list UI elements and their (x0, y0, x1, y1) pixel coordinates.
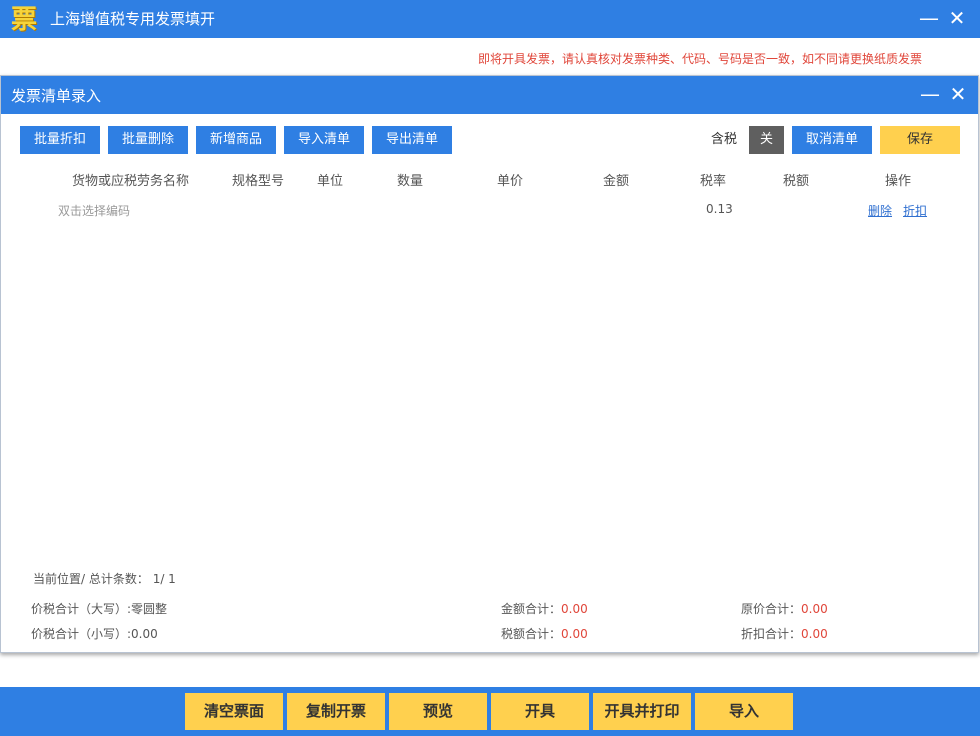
col-header-name: 货物或应税劳务名称 (72, 174, 190, 189)
issue-button[interactable]: 开具 (491, 693, 589, 730)
tax-inclusive-toggle[interactable]: 关 (749, 126, 784, 154)
discount-total-label: 折扣合计： (741, 627, 802, 641)
batch-delete-button[interactable]: 批量删除 (108, 126, 188, 154)
add-item-button[interactable]: 新增商品 (196, 126, 276, 154)
warning-notice: 即将开具发票，请认真核对发票种类、代码、号码是否一致，如不同请更换纸质发票 (477, 52, 922, 66)
total-lower: 价税合计（小写）:0.00 (31, 625, 158, 642)
dialog-header: 发票清单录入 — ✕ (1, 76, 978, 114)
dialog-title: 发票清单录入 (11, 87, 102, 105)
amount-total-label: 金额合计： (501, 602, 562, 616)
total-upper-label: 价税合计（大写）: (31, 602, 132, 616)
col-header-ops: 操作 (885, 174, 912, 189)
issue-print-button[interactable]: 开具并打印 (593, 693, 691, 730)
discount-total: 折扣合计：0.00 (741, 625, 828, 642)
original-total-label: 原价合计： (741, 602, 802, 616)
cancel-list-button[interactable]: 取消清单 (792, 126, 872, 154)
position-value: 1/ 1 (152, 572, 176, 586)
invoice-logo-icon: 票 (10, 5, 37, 35)
col-header-qty: 数量 (397, 174, 424, 189)
col-header-spec: 规格型号 (232, 174, 285, 189)
tax-rate-cell[interactable]: 0.13 (706, 202, 733, 216)
tax-total-value: 0.00 (561, 627, 588, 641)
batch-discount-button[interactable]: 批量折扣 (20, 126, 100, 154)
bottom-action-bar: 清空票面 复制开票 预览 开具 开具并打印 导入 (0, 687, 980, 736)
import-list-button[interactable]: 导入清单 (284, 126, 364, 154)
dialog-close-icon[interactable]: ✕ (945, 80, 971, 108)
total-upper-value: 零圆整 (131, 602, 168, 616)
row-discount-link[interactable]: 折扣 (903, 202, 927, 219)
minimize-icon[interactable]: — (916, 4, 942, 32)
original-total: 原价合计：0.00 (741, 600, 828, 617)
original-total-value: 0.00 (801, 602, 828, 616)
record-position: 当前位置/ 总计条数： 1/ 1 (33, 570, 176, 587)
discount-total-value: 0.00 (801, 627, 828, 641)
position-label: 当前位置/ 总计条数： (33, 572, 149, 586)
col-header-unit: 单位 (317, 174, 344, 189)
total-lower-label: 价税合计（小写）: (31, 627, 132, 641)
tax-total: 税额合计：0.00 (501, 625, 588, 642)
invoice-list-dialog: 发票清单录入 — ✕ 批量折扣 批量删除 新增商品 导入清单 导出清单 含税 关… (0, 75, 979, 653)
dialog-minimize-icon[interactable]: — (917, 80, 943, 108)
copy-invoice-button[interactable]: 复制开票 (287, 693, 385, 730)
col-header-price: 单价 (497, 174, 524, 189)
item-name-input[interactable]: 双击选择编码 (58, 202, 130, 219)
preview-button[interactable]: 预览 (389, 693, 487, 730)
app-titlebar: 票 上海增值税专用发票填开 — ✕ (0, 0, 980, 38)
tax-inclusive-label: 含税 (711, 132, 738, 147)
tax-total-label: 税额合计： (501, 627, 562, 641)
amount-total: 金额合计：0.00 (501, 600, 588, 617)
total-lower-value: 0.00 (131, 627, 158, 641)
row-delete-link[interactable]: 删除 (868, 202, 892, 219)
import-button[interactable]: 导入 (695, 693, 793, 730)
col-header-amount: 金额 (603, 174, 630, 189)
amount-total-value: 0.00 (561, 602, 588, 616)
total-upper: 价税合计（大写）:零圆整 (31, 600, 167, 617)
close-icon[interactable]: ✕ (944, 4, 970, 32)
save-button[interactable]: 保存 (880, 126, 960, 154)
col-header-rate: 税率 (700, 174, 727, 189)
export-list-button[interactable]: 导出清单 (372, 126, 452, 154)
app-title: 上海增值税专用发票填开 (50, 10, 216, 28)
col-header-tax: 税额 (783, 174, 810, 189)
clear-invoice-button[interactable]: 清空票面 (185, 693, 283, 730)
